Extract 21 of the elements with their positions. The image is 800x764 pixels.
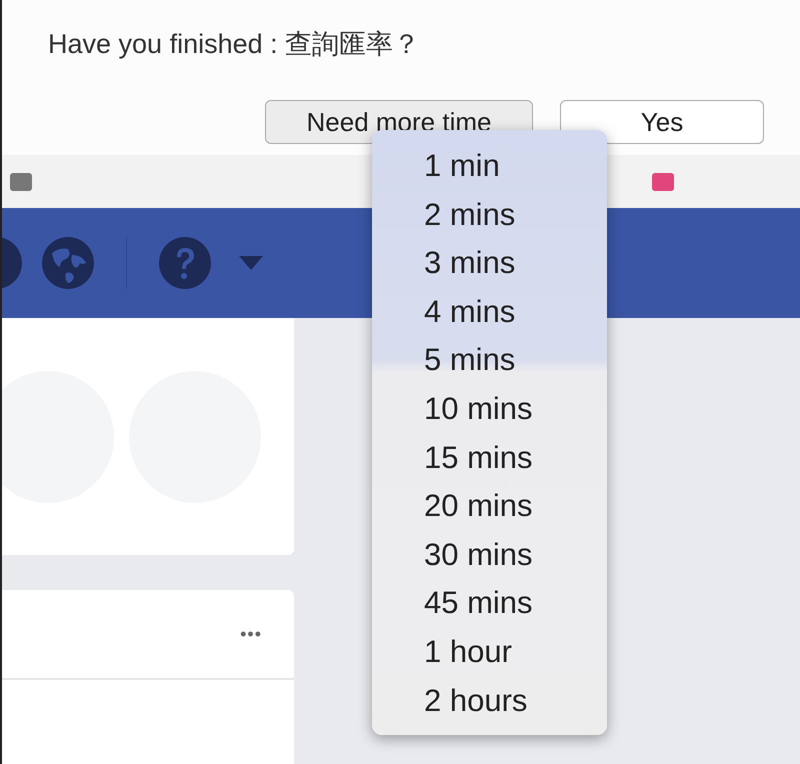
menu-item[interactable]: 10 mins [424, 386, 607, 436]
menu-item[interactable]: 15 mins [424, 436, 607, 484]
help-icon[interactable] [159, 237, 211, 289]
menu-item[interactable]: 45 mins [424, 581, 607, 630]
menu-item[interactable]: 4 mins [424, 290, 607, 338]
menu-item[interactable]: 5 mins [424, 338, 607, 387]
yes-button[interactable]: Yes [560, 100, 764, 144]
menu-item[interactable]: 2 hours [424, 678, 607, 728]
bookmark-icon[interactable] [652, 172, 674, 190]
globe-icon[interactable] [42, 237, 94, 289]
menu-item[interactable]: 1 min [424, 144, 607, 193]
dialog-title: Have you finished : 查詢匯率？ [48, 28, 422, 61]
menu-item[interactable]: 1 hour [424, 630, 607, 679]
menu-item[interactable]: 20 mins [424, 484, 607, 533]
menu-item[interactable]: 30 mins [424, 532, 607, 582]
nav-icon[interactable] [2, 237, 22, 289]
more-options-button[interactable]: ••• [240, 624, 262, 644]
bookmark-icon[interactable] [10, 172, 32, 190]
menu-item[interactable]: 2 mins [424, 192, 607, 242]
caret-icon[interactable] [239, 256, 263, 270]
menu-item[interactable]: 3 mins [424, 241, 607, 290]
